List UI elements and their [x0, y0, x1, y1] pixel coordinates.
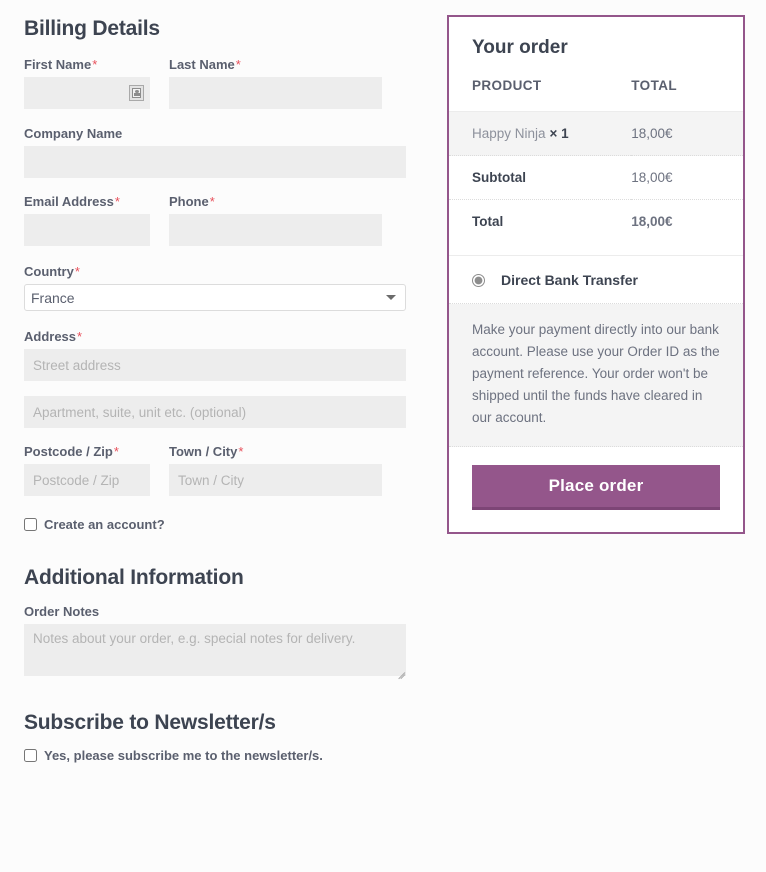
checkout-page: Billing Details First Name* Last Name* C… — [0, 0, 766, 872]
create-account-row[interactable]: Create an account? — [24, 513, 406, 532]
place-order-wrap: Place order — [449, 447, 743, 532]
line-item-amount: 18,00€ — [631, 112, 743, 156]
table-row: Total 18,00€ — [449, 200, 743, 256]
country-select-wrap: France — [24, 284, 406, 311]
company-group: Company Name — [24, 126, 406, 178]
order-summary-panel: Your order PRODUCT TOTAL Happy Ninja × 1 … — [447, 15, 745, 534]
last-name-group: Last Name* — [169, 57, 382, 109]
newsletter-optin-checkbox[interactable] — [24, 749, 37, 762]
email-label-text: Email Address — [24, 194, 114, 209]
order-notes-group: Order Notes — [24, 604, 406, 676]
order-table-body: Happy Ninja × 1 18,00€ Subtotal 18,00€ To… — [449, 112, 743, 256]
required-marker: * — [75, 264, 80, 279]
required-marker: * — [210, 194, 215, 209]
payment-method-description: Make your payment directly into our bank… — [449, 304, 743, 447]
table-row: Happy Ninja × 1 18,00€ — [449, 112, 743, 156]
line-item-cell: Happy Ninja × 1 — [449, 112, 631, 156]
line-item-qty: × 1 — [550, 126, 569, 141]
payment-method-label: Direct Bank Transfer — [501, 272, 638, 288]
required-marker: * — [238, 444, 243, 459]
required-marker: * — [77, 329, 82, 344]
order-summary-table: PRODUCT TOTAL Happy Ninja × 1 18,00€ Subt… — [449, 69, 743, 255]
column-header-total: TOTAL — [631, 69, 743, 112]
country-group: Country* France — [24, 264, 406, 311]
first-name-input-wrap — [24, 77, 150, 109]
newsletter-heading: Subscribe to Newsletter/s — [24, 692, 406, 748]
address2-group — [24, 396, 406, 428]
order-notes-textarea[interactable] — [24, 624, 406, 676]
line-item-name: Happy Ninja — [472, 126, 546, 141]
required-marker: * — [115, 194, 120, 209]
contact-row: Email Address* Phone* — [24, 194, 406, 246]
required-marker: * — [236, 57, 241, 72]
total-label: Total — [449, 200, 631, 256]
last-name-label: Last Name* — [169, 57, 382, 72]
required-marker: * — [92, 57, 97, 72]
address-group: Address* — [24, 329, 406, 381]
last-name-input[interactable] — [169, 77, 382, 109]
phone-label: Phone* — [169, 194, 382, 209]
phone-label-text: Phone — [169, 194, 209, 209]
payment-method-radio[interactable] — [472, 274, 485, 287]
payment-method-bacs[interactable]: Direct Bank Transfer — [449, 256, 743, 304]
postcode-label: Postcode / Zip* — [24, 444, 150, 459]
country-label-text: Country — [24, 264, 74, 279]
postcode-label-text: Postcode / Zip — [24, 444, 113, 459]
billing-heading: Billing Details — [24, 0, 406, 57]
column-header-product: PRODUCT — [449, 69, 631, 112]
create-account-checkbox[interactable] — [24, 518, 37, 531]
create-account-label: Create an account? — [44, 517, 165, 532]
first-name-label: First Name* — [24, 57, 150, 72]
postcode-input[interactable] — [24, 464, 150, 496]
address-line1-input[interactable] — [24, 349, 406, 381]
additional-info-heading: Additional Information — [24, 532, 406, 604]
payment-methods-block: Direct Bank Transfer Make your payment d… — [449, 255, 743, 532]
company-label: Company Name — [24, 126, 406, 141]
city-label: Town / City* — [169, 444, 382, 459]
last-name-label-text: Last Name — [169, 57, 235, 72]
newsletter-optin-row[interactable]: Yes, please subscribe me to the newslett… — [24, 748, 406, 763]
email-input[interactable] — [24, 214, 150, 246]
subtotal-label: Subtotal — [449, 156, 631, 200]
address-label-text: Address — [24, 329, 76, 344]
email-label: Email Address* — [24, 194, 150, 209]
billing-column: Billing Details First Name* Last Name* C… — [24, 0, 406, 763]
country-label: Country* — [24, 264, 406, 279]
city-label-text: Town / City — [169, 444, 237, 459]
postcode-group: Postcode / Zip* — [24, 444, 150, 496]
phone-group: Phone* — [169, 194, 382, 246]
subtotal-amount: 18,00€ — [631, 156, 743, 200]
order-table-header-row: PRODUCT TOTAL — [449, 69, 743, 112]
order-notes-wrap — [24, 624, 406, 676]
phone-input[interactable] — [169, 214, 382, 246]
contact-card-icon[interactable] — [129, 85, 144, 101]
address-label: Address* — [24, 329, 406, 344]
order-notes-label: Order Notes — [24, 604, 406, 619]
name-row: First Name* Last Name* — [24, 57, 406, 109]
order-table-head: PRODUCT TOTAL — [449, 69, 743, 112]
table-row: Subtotal 18,00€ — [449, 156, 743, 200]
total-amount: 18,00€ — [631, 200, 743, 256]
city-group: Town / City* — [169, 444, 382, 496]
country-select[interactable]: France — [24, 284, 406, 311]
city-input[interactable] — [169, 464, 382, 496]
locality-row: Postcode / Zip* Town / City* — [24, 444, 406, 496]
address-line2-input[interactable] — [24, 396, 406, 428]
order-summary-title: Your order — [449, 17, 743, 69]
newsletter-optin-label: Yes, please subscribe me to the newslett… — [44, 748, 323, 763]
first-name-label-text: First Name — [24, 57, 91, 72]
email-group: Email Address* — [24, 194, 150, 246]
company-input[interactable] — [24, 146, 406, 178]
first-name-group: First Name* — [24, 57, 150, 109]
required-marker: * — [114, 444, 119, 459]
place-order-button[interactable]: Place order — [472, 465, 720, 510]
